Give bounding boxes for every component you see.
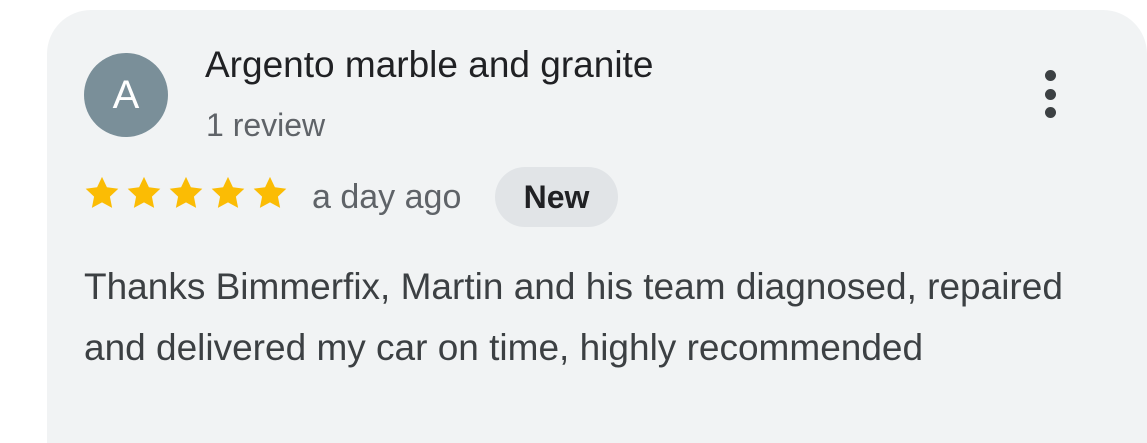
- review-count: 1 review: [206, 107, 326, 143]
- reviewer-name[interactable]: Argento marble and granite: [205, 44, 653, 86]
- star-icon: [85, 176, 119, 208]
- more-options-button[interactable]: [1030, 64, 1070, 124]
- avatar[interactable]: A: [84, 53, 168, 137]
- new-badge: New: [495, 167, 618, 227]
- star-rating: [83, 174, 289, 212]
- star-icon: [127, 176, 161, 208]
- star-icon: [169, 176, 203, 208]
- more-vert-icon: [1044, 88, 1056, 100]
- more-vert-icon: [1044, 70, 1056, 81]
- more-vert-icon: [1044, 107, 1056, 118]
- star-icon: [253, 176, 287, 208]
- review-time: a day ago: [312, 178, 462, 216]
- review-text: Thanks Bimmerfix, Martin and his team di…: [84, 266, 1063, 368]
- star-icon: [211, 176, 245, 208]
- avatar-letter: A: [112, 73, 140, 117]
